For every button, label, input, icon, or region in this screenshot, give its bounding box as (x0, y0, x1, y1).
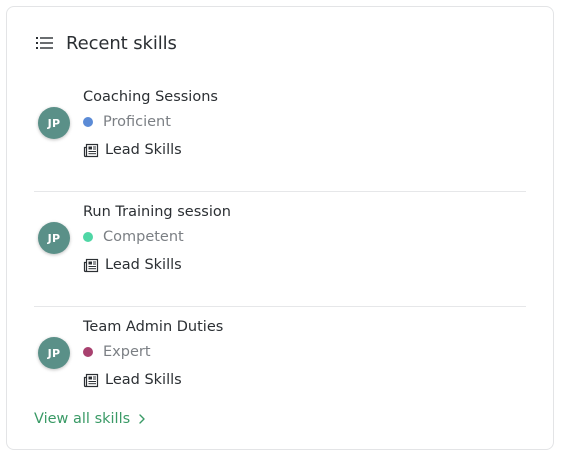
news-icon (83, 372, 99, 388)
news-icon (83, 257, 99, 273)
category-text: Lead Skills (105, 142, 182, 158)
skill-level: Expert (83, 342, 223, 362)
category-text: Lead Skills (105, 372, 182, 388)
skill-info: Run Training session Competent Lead Skil… (83, 202, 231, 275)
level-text: Proficient (103, 114, 171, 130)
view-all-skills-link[interactable]: View all skills (34, 411, 146, 427)
list-icon (36, 36, 54, 50)
level-dot (83, 347, 93, 357)
skill-level: Competent (83, 227, 231, 247)
skill-item[interactable]: JP Coaching Sessions Proficient Lead Ski… (34, 77, 526, 192)
skill-item[interactable]: JP Team Admin Duties Expert Lead Skills (34, 307, 526, 422)
skill-category: Lead Skills (83, 140, 218, 160)
skill-name[interactable]: Coaching Sessions (83, 87, 218, 107)
skill-info: Team Admin Duties Expert Lead Skills (83, 317, 223, 390)
card-title: Recent skills (66, 32, 177, 54)
skill-category: Lead Skills (83, 370, 223, 390)
avatar: JP (38, 337, 70, 369)
level-text: Competent (103, 229, 184, 245)
skill-name[interactable]: Team Admin Duties (83, 317, 223, 337)
news-icon (83, 142, 99, 158)
skill-item[interactable]: JP Run Training session Competent Lead S… (34, 192, 526, 307)
chevron-right-icon (138, 413, 146, 425)
skill-name[interactable]: Run Training session (83, 202, 231, 222)
skill-info: Coaching Sessions Proficient Lead Skills (83, 87, 218, 160)
avatar: JP (38, 107, 70, 139)
card-header: Recent skills (36, 31, 177, 55)
level-dot (83, 117, 93, 127)
avatar: JP (38, 222, 70, 254)
level-text: Expert (103, 344, 151, 360)
view-all-label: View all skills (34, 411, 131, 427)
skill-list: JP Coaching Sessions Proficient Lead Ski… (34, 77, 526, 422)
category-text: Lead Skills (105, 257, 182, 273)
recent-skills-card: Recent skills JP Coaching Sessions Profi… (6, 6, 554, 450)
level-dot (83, 232, 93, 242)
skill-level: Proficient (83, 112, 218, 132)
skill-category: Lead Skills (83, 255, 231, 275)
